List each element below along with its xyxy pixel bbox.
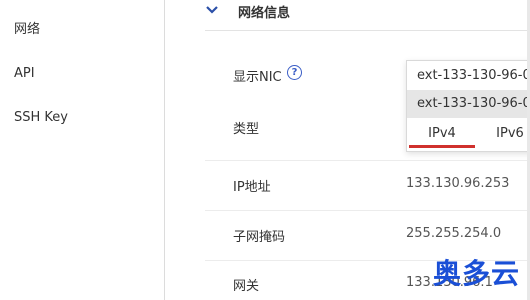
ip-label: IP地址 bbox=[233, 180, 271, 195]
nic-option[interactable]: ext-133-130-96-0 bbox=[407, 62, 530, 90]
mask-label: 子网掩码 bbox=[233, 230, 286, 245]
watermark-logo: 奥多云 bbox=[432, 257, 520, 290]
sidebar-item-ssh-key[interactable]: SSH Key bbox=[14, 110, 68, 126]
chevron-down-icon[interactable] bbox=[205, 4, 219, 16]
section-title: 网络信息 bbox=[238, 6, 291, 21]
sidebar-item-api[interactable]: API bbox=[14, 66, 35, 82]
nic-dropdown[interactable]: ext-133-130-96-0 ext-133-130-96-0 IPv4 I… bbox=[406, 60, 530, 152]
type-label: 类型 bbox=[233, 122, 260, 137]
tab-ipv6[interactable]: IPv6 bbox=[475, 119, 530, 149]
sidebar: 网络 API SSH Key bbox=[0, 0, 165, 300]
gateway-label: 网关 bbox=[233, 279, 260, 294]
divider bbox=[205, 210, 530, 211]
mask-value: 255.255.254.0 bbox=[406, 226, 502, 241]
active-tab-indicator bbox=[409, 145, 475, 148]
nic-option[interactable]: ext-133-130-96-0 bbox=[407, 90, 530, 118]
question-circle-icon[interactable]: ? bbox=[287, 65, 302, 80]
nic-label: 显示NIC bbox=[233, 70, 282, 85]
ip-value: 133.130.96.253 bbox=[406, 176, 510, 191]
sidebar-item-network[interactable]: 网络 bbox=[14, 22, 40, 38]
divider bbox=[205, 160, 530, 161]
section-header[interactable]: 网络信息 bbox=[205, 0, 530, 31]
